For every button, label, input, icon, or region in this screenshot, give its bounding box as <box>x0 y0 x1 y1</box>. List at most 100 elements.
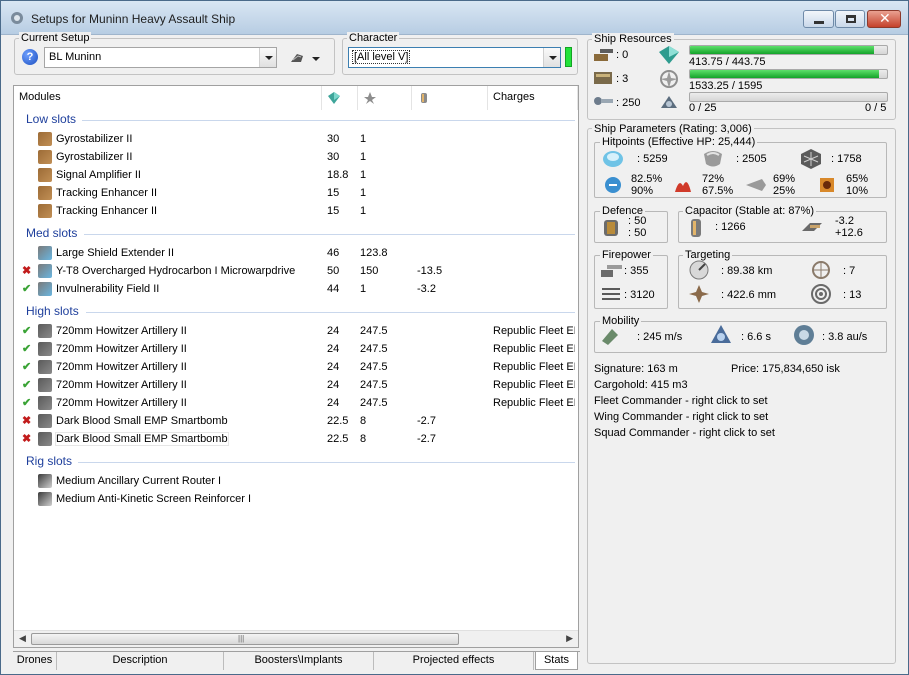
scroll-left-icon[interactable]: ◀ <box>19 633 26 644</box>
current-setup-label: Current Setup <box>19 32 92 44</box>
character-select-value: [All level V] <box>352 50 411 64</box>
module-row[interactable]: Tracking Enhancer II 15 1 <box>14 184 575 202</box>
setup-select[interactable]: BL Muninn <box>44 47 277 68</box>
column-header-modules[interactable]: Modules <box>14 86 322 110</box>
active-drones-value: 0 / 5 <box>865 102 887 114</box>
module-active-icon[interactable]: ✔ <box>22 378 34 391</box>
horizontal-scrollbar[interactable]: ◀ ||| ▶ <box>14 630 578 647</box>
tab-stats[interactable]: Stats <box>535 652 578 670</box>
maximize-icon <box>846 15 856 23</box>
tab-boosters-implants[interactable]: Boosters\Implants <box>224 652 374 670</box>
module-powergrid: 1 <box>360 283 367 295</box>
defence-icon <box>604 220 618 236</box>
maximize-button[interactable] <box>835 10 865 28</box>
module-powergrid: 247.5 <box>360 361 388 373</box>
column-header-powergrid[interactable] <box>358 86 412 110</box>
module-active-icon[interactable]: ✔ <box>22 342 34 355</box>
module-active-icon[interactable]: ✔ <box>22 282 34 295</box>
modules-panel: Modules Charges Low slots Gyrostabilizer… <box>13 85 579 648</box>
module-active-icon[interactable]: ✔ <box>22 396 34 409</box>
module-row[interactable]: ✔ Invulnerability Field II 44 1 -3.2 <box>14 280 575 298</box>
help-icon[interactable]: ? <box>22 49 38 65</box>
powergrid-icon <box>660 70 678 88</box>
module-row[interactable]: Tracking Enhancer II 15 1 <box>14 202 575 220</box>
module-cpu: 46 <box>327 247 340 259</box>
module-row[interactable]: ✔ 720mm Howitzer Artillery II 24 247.5 Repub… <box>14 376 575 394</box>
window-title: Setups for Muninn Heavy Assault Ship <box>31 12 236 26</box>
module-powergrid: 1 <box>360 151 367 163</box>
align-time-icon <box>711 325 731 343</box>
setup-menu-button[interactable] <box>289 50 321 66</box>
module-cpu: 22.5 <box>327 433 349 445</box>
module-cpu: 30 <box>327 151 340 163</box>
max-targets-icon <box>812 261 830 279</box>
module-offline-icon[interactable]: ✖ <box>22 264 34 277</box>
module-cpu: 44 <box>327 283 340 295</box>
capacitor-label: Capacitor (Stable at: 87%) <box>683 205 817 217</box>
module-row[interactable]: ✔ 720mm Howitzer Artillery II 24 247.5 Repub… <box>14 358 575 376</box>
module-row[interactable]: Large Shield Extender II 46 123.8 <box>14 244 575 262</box>
column-header-charges[interactable]: Charges <box>488 86 578 110</box>
setups-window: Setups for Muninn Heavy Assault Ship ✕ C… <box>0 0 909 675</box>
module-offline-icon[interactable]: ✖ <box>22 414 34 427</box>
defence-value-2: : 50 <box>628 227 647 239</box>
tab-drones[interactable]: Drones <box>13 652 57 670</box>
module-row[interactable]: ✔ 720mm Howitzer Artillery II 24 247.5 Repub… <box>14 340 575 358</box>
character-select[interactable]: [All level V] <box>348 47 561 68</box>
module-active-icon[interactable]: ✔ <box>22 324 34 337</box>
module-icon <box>38 168 52 182</box>
column-header-cpu[interactable] <box>322 86 358 110</box>
turret-slots-value: : 0 <box>616 49 629 61</box>
explosive-resist-icon <box>820 178 834 192</box>
ship-resources-label: Ship Resources <box>592 33 674 45</box>
module-cpu: 22.5 <box>327 415 349 427</box>
module-row[interactable]: ✖ Dark Blood Small EMP Smartbomb 22.5 8 -2.7 <box>14 412 575 430</box>
module-icon <box>38 360 52 374</box>
module-row[interactable]: Gyrostabilizer II 30 1 <box>14 130 575 148</box>
module-row[interactable]: ✔ 720mm Howitzer Artillery II 24 247.5 Repub… <box>14 394 575 412</box>
tab-description[interactable]: Description <box>57 652 224 670</box>
module-row[interactable]: ✔ 720mm Howitzer Artillery II 24 247.5 Repub… <box>14 322 575 340</box>
module-name: Tracking Enhancer II <box>56 205 158 217</box>
title-bar: Setups for Muninn Heavy Assault Ship ✕ <box>1 1 908 35</box>
minimize-button[interactable] <box>803 10 834 28</box>
module-row[interactable]: ✖ Y-T8 Overcharged Hydrocarbon I Microwar… <box>14 262 575 280</box>
module-capacitor: -3.2 <box>417 283 436 295</box>
module-name: 720mm Howitzer Artillery II <box>56 343 187 355</box>
module-icon <box>38 324 52 338</box>
module-name: Invulnerability Field II <box>56 283 160 295</box>
module-offline-icon[interactable]: ✖ <box>22 432 34 445</box>
module-row[interactable]: Gyrostabilizer II 30 1 <box>14 148 575 166</box>
cpu-bar-fill <box>690 46 874 54</box>
close-button[interactable]: ✕ <box>867 10 901 28</box>
module-row[interactable]: ✖ Dark Blood Small EMP Smartbomb 22.5 8 -2.7 <box>14 430 575 448</box>
wing-commander-text[interactable]: Wing Commander - right click to set <box>594 411 768 423</box>
section-med-slots: Med slots <box>26 226 78 240</box>
section-divider <box>86 312 575 313</box>
squad-commander-text[interactable]: Squad Commander - right click to set <box>594 427 775 439</box>
drone-bay-bar <box>689 92 888 102</box>
drone-bandwidth-icon <box>594 97 613 105</box>
module-powergrid: 247.5 <box>360 379 388 391</box>
target-range-value: : 89.38 km <box>721 265 773 277</box>
tab-projected-effects[interactable]: Projected effects <box>374 652 534 670</box>
module-charge: Republic Fleet EMP <box>493 379 575 391</box>
scrollbar-thumb[interactable]: ||| <box>31 633 459 645</box>
module-cpu: 50 <box>327 265 340 277</box>
section-low-slots: Low slots <box>26 112 77 126</box>
explosive-armor-resist: 10% <box>846 185 869 197</box>
module-icon <box>38 282 52 296</box>
dps-icon <box>601 265 622 277</box>
module-row[interactable]: Medium Ancillary Current Router I <box>14 472 575 490</box>
ship-icon <box>11 12 23 24</box>
module-row[interactable]: Medium Anti-Kinetic Screen Reinforcer I <box>14 490 575 508</box>
module-active-icon[interactable]: ✔ <box>22 360 34 373</box>
module-row[interactable]: Signal Amplifier II 18.8 1 <box>14 166 575 184</box>
scroll-right-icon[interactable]: ▶ <box>566 633 573 644</box>
hitpoints-label: Hitpoints (Effective HP: 25,444) <box>600 136 758 148</box>
fleet-commander-text[interactable]: Fleet Commander - right click to set <box>594 395 768 407</box>
drone-bay-icon <box>661 96 677 108</box>
column-header-capacitor[interactable] <box>412 86 488 110</box>
em-resist-icon <box>605 177 621 193</box>
section-divider <box>84 234 575 235</box>
